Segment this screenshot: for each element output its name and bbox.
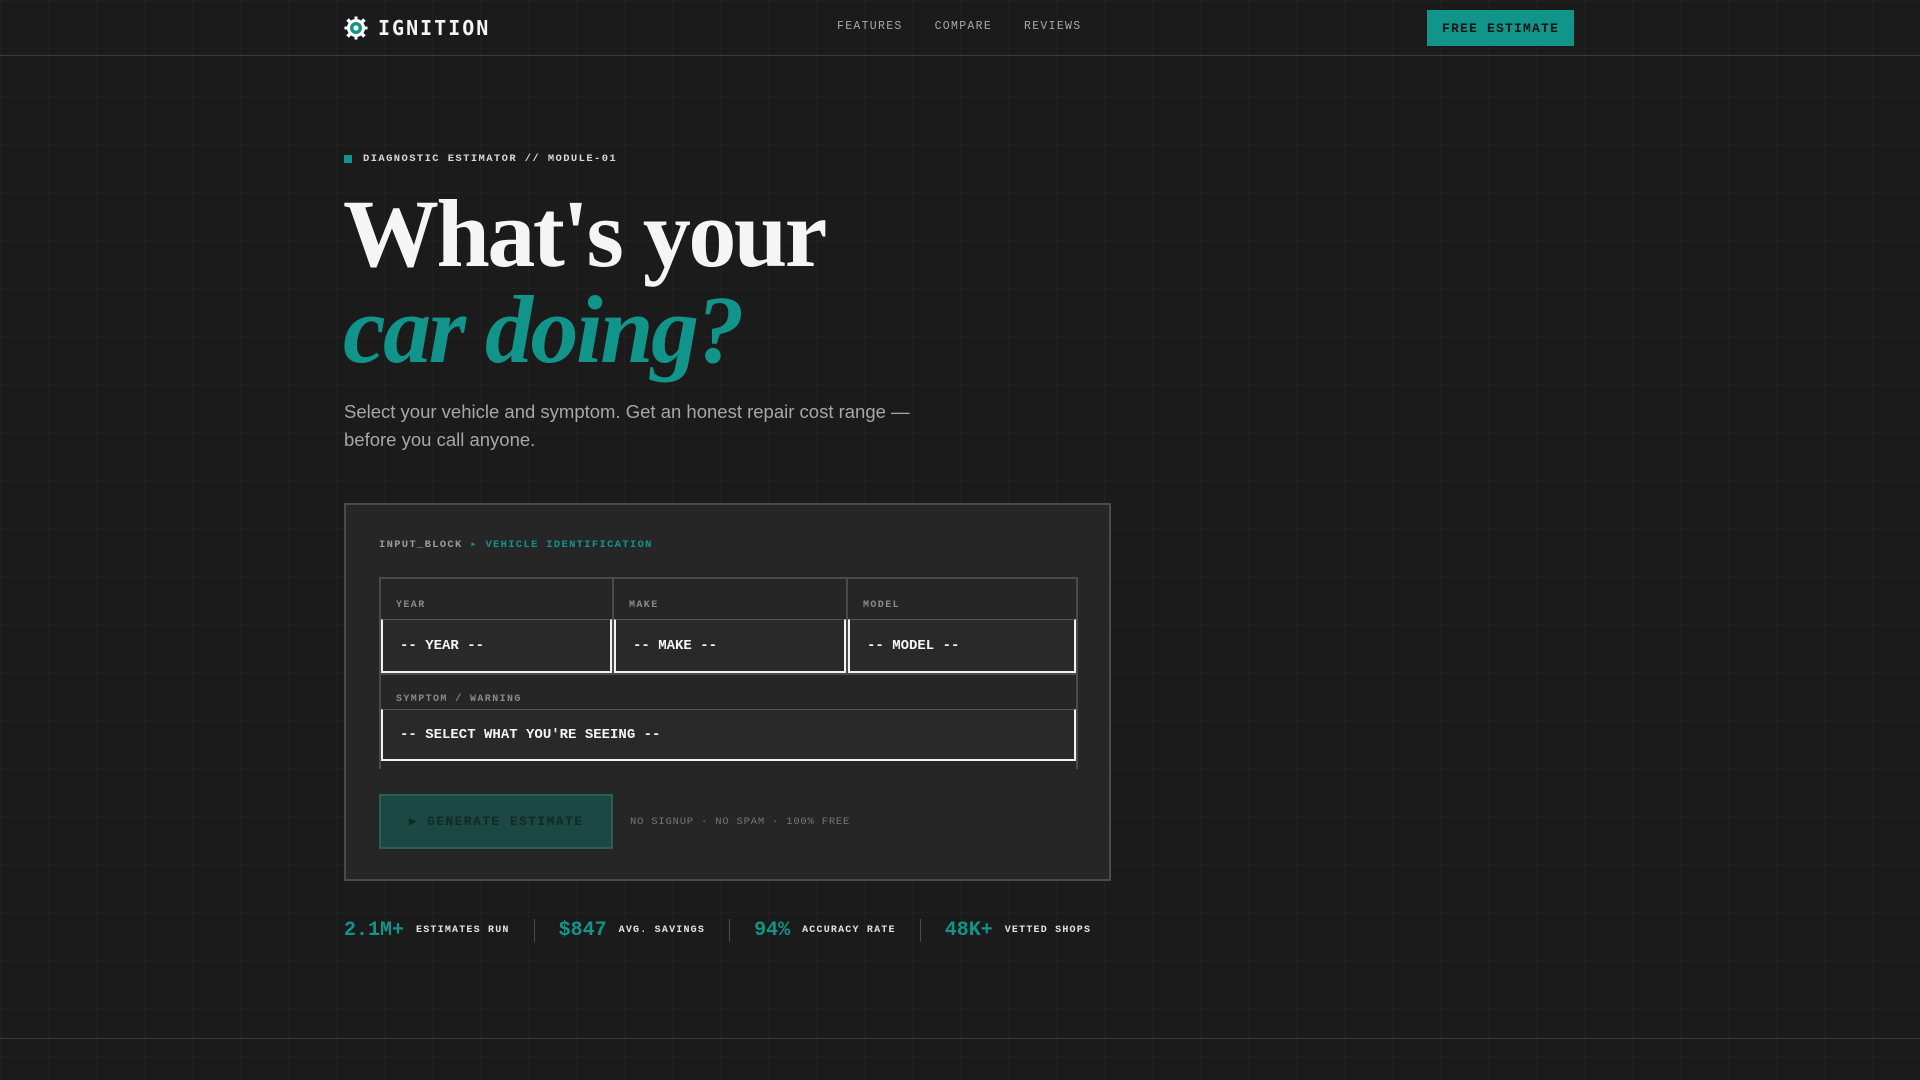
nav-link-features[interactable]: FEATURES <box>837 20 903 33</box>
make-label: MAKE <box>629 600 659 611</box>
make-field: MAKE -- MAKE -- <box>612 579 846 673</box>
stat-item: 2.1M+ ESTIMATES RUN <box>344 919 534 942</box>
headline-line-2: car doing? <box>343 276 745 383</box>
stat-label: ESTIMATES RUN <box>416 924 510 936</box>
nav-links: FEATURES COMPARE REVIEWS <box>837 20 1081 33</box>
panel-label: INPUT_BLOCK ▸ VEHICLE IDENTIFICATION <box>379 538 653 551</box>
brand-name: IGNITION <box>378 16 491 40</box>
eyebrow-text: DIAGNOSTIC ESTIMATOR // MODULE-01 <box>363 153 618 165</box>
stat-item: 94% ACCURACY RATE <box>729 918 920 942</box>
symptom-select[interactable]: -- SELECT WHAT YOU'RE SEEING -- <box>381 709 1076 761</box>
year-label: YEAR <box>396 600 426 611</box>
brand-logo[interactable]: IGNITION <box>344 14 490 42</box>
eyebrow: DIAGNOSTIC ESTIMATOR // MODULE-01 <box>344 153 617 165</box>
stat-value: $847 <box>558 918 607 942</box>
model-label: MODEL <box>863 600 901 611</box>
free-estimate-button[interactable]: FREE ESTIMATE <box>1427 10 1574 46</box>
generate-note: NO SIGNUP · NO SPAM · 100% FREE <box>630 816 851 828</box>
estimator-panel: INPUT_BLOCK ▸ VEHICLE IDENTIFICATION YEA… <box>344 503 1111 881</box>
hero-subcopy: Select your vehicle and symptom. Get an … <box>344 401 910 450</box>
stat-value: 48K+ <box>944 918 993 942</box>
section-divider <box>0 1038 1920 1039</box>
model-field: MODEL -- MODEL -- <box>846 579 1076 673</box>
panel-label-suffix: ▸ VEHICLE IDENTIFICATION <box>470 539 653 551</box>
panel-label-prefix: INPUT_BLOCK <box>379 539 463 551</box>
stat-item: 48K+ VETTED SHOPS <box>919 918 1115 942</box>
year-field: YEAR -- YEAR -- <box>381 579 612 673</box>
gear-icon <box>344 16 368 40</box>
symptom-field: SYMPTOM / WARNING -- SELECT WHAT YOU'RE … <box>379 673 1078 769</box>
vehicle-fields: YEAR -- YEAR -- MAKE -- MAKE -- MODEL --… <box>379 577 1078 673</box>
eyebrow-square-icon <box>344 155 352 163</box>
make-select[interactable]: -- MAKE -- <box>614 619 846 673</box>
nav-link-compare[interactable]: COMPARE <box>935 20 992 33</box>
stat-value: 2.1M+ <box>344 918 405 942</box>
stat-value: 94% <box>754 918 791 942</box>
stats-bar: 2.1M+ ESTIMATES RUN $847 AVG. SAVINGS 94… <box>344 915 1115 945</box>
hero-headline: What's your car doing? <box>343 180 827 383</box>
stat-item: $847 AVG. SAVINGS <box>533 918 729 942</box>
model-select[interactable]: -- MODEL -- <box>848 619 1076 673</box>
nav-link-reviews[interactable]: REVIEWS <box>1024 20 1081 33</box>
year-select[interactable]: -- YEAR -- <box>381 619 612 673</box>
headline-line-1: What's your <box>343 180 827 287</box>
top-nav: IGNITION FEATURES COMPARE REVIEWS FREE E… <box>0 0 1920 56</box>
stat-label: VETTED SHOPS <box>1004 924 1092 936</box>
symptom-label: SYMPTOM / WARNING <box>396 694 522 705</box>
generate-estimate-button[interactable]: ▶ GENERATE ESTIMATE <box>379 794 613 849</box>
stat-label: AVG. SAVINGS <box>618 924 706 936</box>
stat-label: ACCURACY RATE <box>802 924 896 936</box>
